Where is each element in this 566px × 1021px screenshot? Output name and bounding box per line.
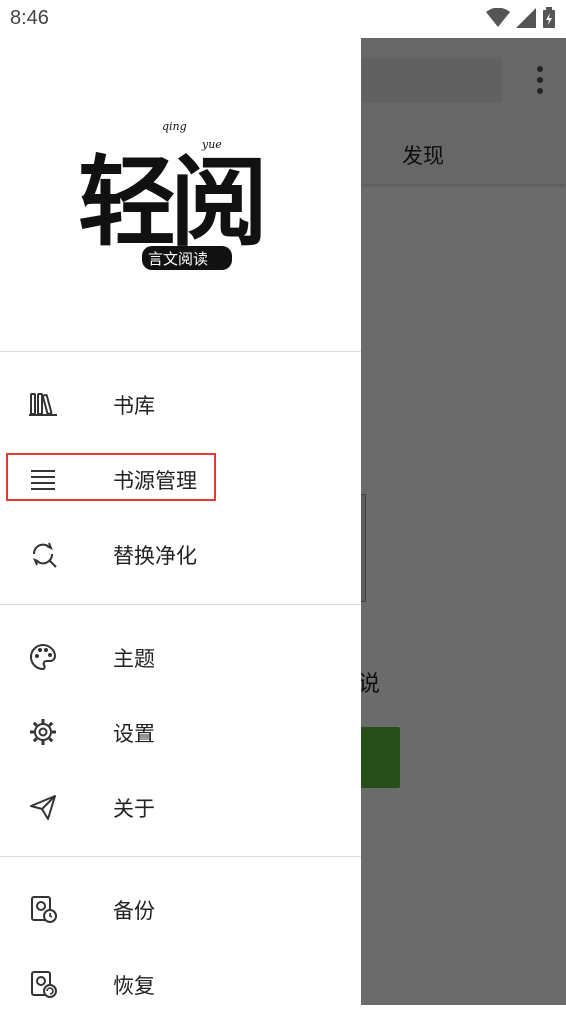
- highlight-box: [6, 453, 216, 501]
- drawer-divider: [0, 856, 361, 857]
- status-time: 8:46: [10, 7, 49, 29]
- menu-item-label: 恢复: [113, 974, 155, 998]
- menu-item-label: 替换净化: [113, 544, 197, 568]
- menu-item-restore[interactable]: 恢复: [0, 946, 361, 1021]
- menu-item-bookshelf[interactable]: 书库: [0, 366, 361, 441]
- wifi-icon: [486, 8, 510, 27]
- drawer-header: qing yue 轻阅 言文阅读: [0, 38, 361, 351]
- drawer-divider: [0, 604, 361, 605]
- menu-item-label: 关于: [113, 797, 155, 821]
- svg-text:轻阅: 轻阅: [78, 145, 262, 260]
- backup-icon: [31, 896, 57, 923]
- signal-icon: [516, 8, 536, 28]
- send-icon: [30, 795, 56, 820]
- menu-item-replace-rules[interactable]: 替换净化: [0, 516, 361, 591]
- gear-icon: [30, 719, 56, 745]
- menu-item-label: 主题: [113, 647, 155, 671]
- menu-item-label: 设置: [113, 722, 155, 746]
- menu-item-backup[interactable]: 备份: [0, 871, 361, 946]
- status-bar: 8:46: [0, 0, 566, 38]
- drawer-divider: [0, 351, 361, 352]
- restore-icon: [31, 971, 57, 998]
- navigation-drawer: qing yue 轻阅 言文阅读 书库 书源管理 替换净化 主题 设置 关于 备…: [0, 38, 361, 1005]
- menu-item-settings[interactable]: 设置: [0, 694, 361, 769]
- palette-icon: [30, 643, 57, 671]
- app-logo: qing yue 轻阅 言文阅读: [78, 120, 268, 270]
- battery-icon: [543, 7, 555, 28]
- menu-item-theme[interactable]: 主题: [0, 619, 361, 694]
- menu-item-about[interactable]: 关于: [0, 769, 361, 844]
- library-icon: [29, 393, 57, 416]
- status-icons: [486, 7, 556, 29]
- menu-item-label: 书库: [113, 394, 155, 418]
- menu-item-label: 备份: [113, 899, 155, 923]
- svg-text:言文阅读: 言文阅读: [148, 250, 208, 268]
- find-replace-icon: [32, 542, 57, 568]
- svg-text:qing: qing: [162, 120, 187, 133]
